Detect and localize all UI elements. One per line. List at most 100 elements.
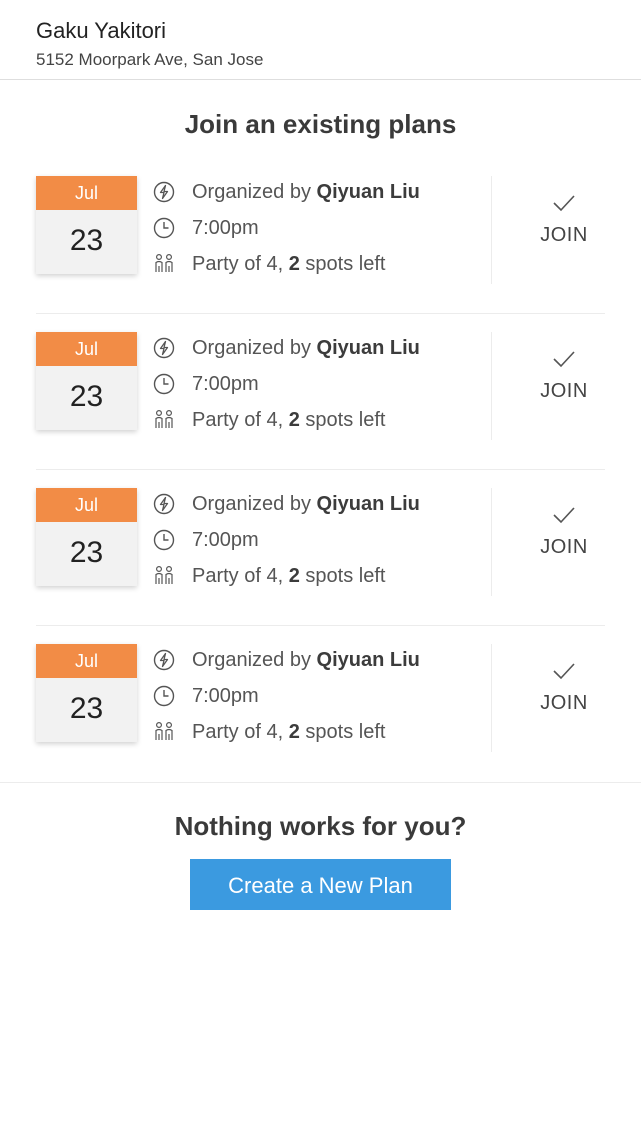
vertical-divider (491, 332, 492, 440)
spots-suffix: spots left (299, 252, 386, 275)
party-text: Party of 4, 2 spots left (192, 409, 385, 432)
spots-count: 2 (288, 408, 300, 431)
join-label: JOIN (540, 380, 588, 402)
lightning-circle-icon (152, 180, 176, 204)
join-label: JOIN (540, 692, 588, 714)
join-button[interactable]: JOIN (516, 500, 612, 559)
plan-details: Organized by Qiyuan Liu 7:00pm Party of … (152, 330, 420, 438)
vertical-divider (491, 488, 492, 596)
party-row: Party of 4, 2 spots left (152, 714, 420, 750)
organizer-name: Qiyuan Liu (316, 180, 420, 203)
plan-time: 7:00pm (192, 684, 259, 707)
date-badge: Jul 23 (36, 488, 137, 586)
date-badge: Jul 23 (36, 644, 137, 742)
party-size: Party of 4, (192, 720, 289, 743)
plans-list: Jul 23 Organized by Qiyuan Liu 7:00pm Pa… (36, 158, 605, 782)
people-icon (152, 252, 176, 276)
nothing-works-heading: Nothing works for you? (174, 811, 467, 841)
vertical-divider (491, 644, 492, 752)
spots-suffix: spots left (299, 564, 386, 587)
date-day: 23 (69, 224, 104, 257)
lightning-circle-icon (152, 648, 176, 672)
clock-icon (152, 684, 176, 708)
join-button[interactable]: JOIN (516, 656, 612, 715)
party-size: Party of 4, (192, 564, 289, 587)
plan-card: Jul 23 Organized by Qiyuan Liu 7:00pm Pa… (36, 470, 605, 626)
date-badge: Jul 23 (36, 176, 137, 274)
date-month: Jul (36, 176, 137, 210)
plan-card: Jul 23 Organized by Qiyuan Liu 7:00pm Pa… (36, 158, 605, 314)
clock-icon (152, 372, 176, 396)
organizer-row: Organized by Qiyuan Liu (152, 330, 420, 366)
clock-icon (152, 216, 176, 240)
plan-details: Organized by Qiyuan Liu 7:00pm Party of … (152, 642, 420, 750)
date-day: 23 (69, 692, 104, 725)
vertical-divider (491, 176, 492, 284)
plan-details: Organized by Qiyuan Liu 7:00pm Party of … (152, 486, 420, 594)
time-row: 7:00pm (152, 522, 420, 558)
checkmark-icon (516, 500, 612, 530)
plan-details: Organized by Qiyuan Liu 7:00pm Party of … (152, 174, 420, 282)
spots-count: 2 (288, 720, 300, 743)
party-text: Party of 4, 2 spots left (192, 721, 385, 744)
spots-count: 2 (288, 564, 300, 587)
join-label: JOIN (540, 224, 588, 246)
organizer-text: Organized by Qiyuan Liu (192, 337, 420, 360)
date-badge: Jul 23 (36, 332, 137, 430)
party-row: Party of 4, 2 spots left (152, 246, 420, 282)
restaurant-header: Gaku Yakitori 5152 Moorpark Ave, San Jos… (0, 0, 641, 80)
plan-card: Jul 23 Organized by Qiyuan Liu 7:00pm Pa… (36, 314, 605, 470)
restaurant-name: Gaku Yakitori (36, 18, 167, 43)
lightning-circle-icon (152, 492, 176, 516)
organizer-prefix: Organized by (192, 648, 317, 671)
date-month: Jul (36, 488, 137, 522)
time-row: 7:00pm (152, 366, 420, 402)
organizer-prefix: Organized by (192, 492, 317, 515)
organizer-row: Organized by Qiyuan Liu (152, 486, 420, 522)
party-text: Party of 4, 2 spots left (192, 253, 385, 276)
date-month: Jul (36, 332, 137, 366)
organizer-row: Organized by Qiyuan Liu (152, 174, 420, 210)
footer-section: Nothing works for you? Create a New Plan (0, 782, 641, 910)
party-size: Party of 4, (192, 408, 289, 431)
join-label: JOIN (540, 536, 588, 558)
organizer-name: Qiyuan Liu (316, 492, 420, 515)
spots-suffix: spots left (299, 408, 386, 431)
organizer-name: Qiyuan Liu (316, 336, 420, 359)
plan-time: 7:00pm (192, 372, 259, 395)
section-title: Join an existing plans (184, 109, 457, 139)
time-row: 7:00pm (152, 678, 420, 714)
plan-card: Jul 23 Organized by Qiyuan Liu 7:00pm Pa… (36, 626, 605, 782)
create-new-plan-button[interactable]: Create a New Plan (190, 859, 451, 910)
checkmark-icon (516, 344, 612, 374)
plan-time: 7:00pm (192, 528, 259, 551)
party-row: Party of 4, 2 spots left (152, 558, 420, 594)
party-text: Party of 4, 2 spots left (192, 565, 385, 588)
party-row: Party of 4, 2 spots left (152, 402, 420, 438)
clock-icon (152, 528, 176, 552)
organizer-prefix: Organized by (192, 336, 317, 359)
spots-count: 2 (288, 252, 300, 275)
spots-suffix: spots left (299, 720, 386, 743)
organizer-text: Organized by Qiyuan Liu (192, 181, 420, 204)
time-row: 7:00pm (152, 210, 420, 246)
plan-time: 7:00pm (192, 216, 259, 239)
checkmark-icon (516, 188, 612, 218)
date-day: 23 (69, 536, 104, 569)
join-button[interactable]: JOIN (516, 344, 612, 403)
organizer-text: Organized by Qiyuan Liu (192, 493, 420, 516)
date-month: Jul (36, 644, 137, 678)
restaurant-address: 5152 Moorpark Ave, San Jose (36, 50, 264, 69)
date-day: 23 (69, 380, 104, 413)
people-icon (152, 720, 176, 744)
join-button[interactable]: JOIN (516, 188, 612, 247)
lightning-circle-icon (152, 336, 176, 360)
organizer-row: Organized by Qiyuan Liu (152, 642, 420, 678)
organizer-prefix: Organized by (192, 180, 317, 203)
people-icon (152, 564, 176, 588)
party-size: Party of 4, (192, 252, 289, 275)
people-icon (152, 408, 176, 432)
organizer-name: Qiyuan Liu (316, 648, 420, 671)
organizer-text: Organized by Qiyuan Liu (192, 649, 420, 672)
checkmark-icon (516, 656, 612, 686)
